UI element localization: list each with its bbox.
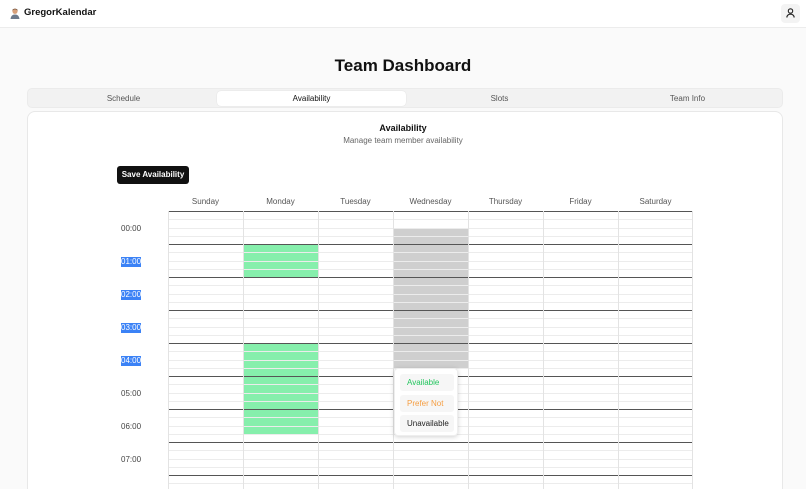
page-title: Team Dashboard: [334, 56, 472, 75]
slot-divider: [168, 302, 693, 303]
slot-divider: [168, 459, 693, 460]
status-unavailable-option[interactable]: Unavailable: [400, 415, 454, 432]
day-header-friday: Friday: [569, 197, 592, 206]
time-label: 07:00: [121, 455, 142, 464]
day-header-sunday: Sunday: [191, 197, 220, 206]
time-label: 03:00: [121, 323, 142, 333]
day-divider: [543, 211, 544, 489]
hour-divider: [168, 244, 693, 245]
slot-divider: [168, 269, 693, 270]
slot-divider: [168, 219, 693, 220]
day-divider: [243, 211, 244, 489]
tab-slots[interactable]: Slots: [405, 91, 594, 106]
slot-divider: [168, 285, 693, 286]
hour-divider: [168, 277, 693, 278]
slot-unavailable[interactable]: [394, 227, 468, 368]
status-prefer-not-option[interactable]: Prefer Not: [400, 395, 454, 412]
day-header-thursday: Thursday: [488, 197, 523, 206]
slot-divider: [168, 261, 693, 262]
top-bar: GregorKalendar: [0, 0, 806, 28]
slot-divider: [168, 327, 693, 328]
day-header-saturday: Saturday: [639, 197, 672, 206]
day-header-wednesday: Wednesday: [409, 197, 452, 206]
availability-grid[interactable]: [168, 211, 693, 489]
slot-divider: [168, 252, 693, 253]
tab-availability[interactable]: Availability: [217, 91, 406, 106]
hour-divider: [168, 343, 693, 344]
slot-divider: [168, 335, 693, 336]
slot-divider: [168, 467, 693, 468]
day-header-tuesday: Tuesday: [340, 197, 371, 206]
tab-bar: Schedule Availability Slots Team Info: [27, 88, 783, 108]
time-label: 01:00: [121, 257, 142, 267]
slot-divider: [168, 294, 693, 295]
day-divider: [692, 211, 693, 489]
slot-divider: [168, 228, 693, 229]
slot-divider: [168, 483, 693, 484]
user-menu-button[interactable]: [781, 4, 800, 23]
day-divider: [468, 211, 469, 489]
slot-divider: [168, 318, 693, 319]
hour-divider: [168, 442, 693, 443]
slot-divider: [168, 450, 693, 451]
time-label: 00:00: [121, 224, 142, 233]
time-label: 06:00: [121, 422, 142, 431]
hour-divider: [168, 475, 693, 476]
day-divider: [318, 211, 319, 489]
time-label: 05:00: [121, 389, 142, 398]
save-availability-button[interactable]: Save Availability: [117, 166, 189, 184]
status-menu: Available Prefer Not Unavailable: [394, 368, 458, 436]
card-subtitle: Manage team member availability: [343, 136, 463, 145]
tab-team-info[interactable]: Team Info: [593, 91, 782, 106]
hour-divider: [168, 211, 693, 212]
status-available-option[interactable]: Available: [400, 374, 454, 391]
app-name[interactable]: GregorKalendar: [24, 7, 96, 18]
time-label: 04:00: [121, 356, 142, 366]
day-divider: [393, 211, 394, 489]
slot-divider: [168, 360, 693, 361]
hour-divider: [168, 310, 693, 311]
card-title: Availability: [379, 123, 427, 133]
slot-divider: [168, 351, 693, 352]
slot-divider: [168, 236, 693, 237]
day-divider: [168, 211, 169, 489]
day-header-monday: Monday: [266, 197, 295, 206]
time-label: 02:00: [121, 290, 142, 300]
user-icon: [786, 8, 795, 18]
day-divider: [618, 211, 619, 489]
logo-avatar-icon: [10, 8, 20, 19]
slot-available[interactable]: [244, 343, 318, 434]
tab-schedule[interactable]: Schedule: [29, 91, 218, 106]
